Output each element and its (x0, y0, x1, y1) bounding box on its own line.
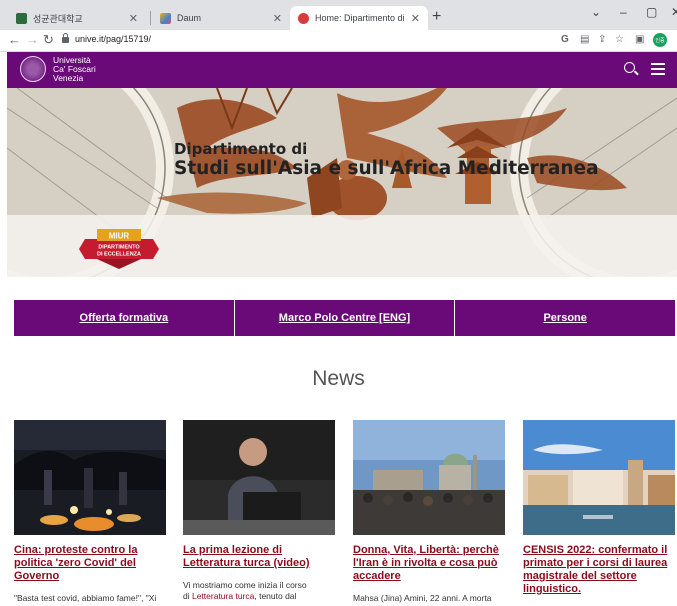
reload-icon[interactable]: ↻ (43, 33, 54, 47)
browser-tab[interactable]: 성균관대학교 ✕ (8, 6, 146, 30)
unive-favicon-icon (298, 12, 309, 24)
close-tab-icon[interactable]: ✕ (273, 12, 282, 25)
news-card: Donna, Vita, Libertà: perchè l'Iran è in… (353, 420, 505, 604)
close-tab-icon[interactable]: ✕ (411, 12, 420, 25)
news-image-china-protest[interactable] (14, 420, 166, 535)
tab-search-chevron-icon[interactable]: ⌄ (591, 5, 601, 19)
nav-offerta-formativa-link[interactable]: Offerta formativa (14, 300, 235, 336)
news-image-iran-protest[interactable] (353, 420, 505, 535)
nav-persone-link[interactable]: Persone (455, 300, 676, 336)
site-header: Università Ca' Foscari Venezia (7, 52, 677, 88)
page-title: Studi sull'Asia e sull'Africa Mediterran… (174, 158, 599, 179)
nav-marco-polo-centre-link[interactable]: Marco Polo Centre [ENG] (234, 300, 456, 336)
tab-title: 성균관대학교 (33, 13, 83, 24)
hero-banner: MIUR DIPARTIMENTO DI ECCELLENZA (7, 88, 677, 277)
news-card: La prima lezione di Letteratura turca (v… (183, 420, 335, 602)
news-section-title: News (312, 367, 365, 390)
ca-foscari-seal-logo-icon[interactable] (20, 56, 46, 82)
tab-separator (150, 11, 151, 25)
miur-badge-line: DI ECCELLENZA (97, 252, 141, 258)
logo-line: Venezia (53, 73, 84, 83)
search-icon[interactable] (624, 62, 635, 73)
back-arrow-icon[interactable]: ← (8, 33, 21, 47)
news-excerpt: "Basta test covid, abbiamo fame!", "Xi (14, 593, 157, 603)
news-excerpt: Vi mostriamo come inizia il corso di Let… (183, 580, 335, 602)
browser-tab-bar: 성균관대학교 ✕ Daum ✕ Home: Dipartimento di St… (0, 0, 677, 30)
profile-avatar[interactable]: 인증 (653, 33, 667, 47)
department-prefix: Dipartimento di (174, 140, 308, 158)
news-card: CENSIS 2022: confermato il primato per i… (523, 420, 675, 606)
excerpt-text: di (183, 591, 192, 601)
maximize-icon[interactable]: ▢ (646, 5, 657, 19)
university-logo-text[interactable]: Università Ca' Foscari Venezia (53, 56, 96, 83)
news-image-lecture-video[interactable] (183, 420, 335, 535)
news-headline-link[interactable]: Cina: proteste contro la politica 'zero … (14, 544, 166, 583)
miur-badge-title: MIUR (109, 232, 130, 241)
minimize-icon[interactable]: – (620, 5, 627, 19)
news-card: Cina: proteste contro la politica 'zero … (14, 420, 166, 604)
share-icon[interactable]: ⇪ (598, 34, 606, 46)
forward-arrow-icon[interactable]: → (26, 33, 39, 47)
main-nav: Offerta formativa Marco Polo Centre [ENG… (14, 300, 676, 336)
browser-tab[interactable]: Daum ✕ (152, 6, 290, 30)
tab-title: Home: Dipartimento di Studi su (315, 13, 405, 23)
news-excerpt: Mahsa (Jina) Amini, 22 anni. A morta (353, 593, 492, 603)
address-bar[interactable]: unive.it/pag/15719/ (62, 33, 152, 44)
lock-icon (62, 33, 69, 43)
miur-badge-line: DIPARTIMENTO (98, 245, 140, 251)
close-window-icon[interactable]: ✕ (671, 5, 677, 19)
google-icon[interactable]: G (561, 34, 569, 46)
news-headline-link[interactable]: CENSIS 2022: confermato il primato per i… (523, 544, 675, 596)
news-image-venice-canal[interactable] (523, 420, 675, 535)
side-panel-icon[interactable]: ▣ (635, 34, 644, 46)
new-tab-icon[interactable]: + (432, 9, 441, 25)
browser-tab-active[interactable]: Home: Dipartimento di Studi su ✕ (290, 6, 428, 30)
news-headline-link[interactable]: Donna, Vita, Libertà: perchè l'Iran è in… (353, 544, 505, 583)
excerpt-text: , tenuto dal (254, 591, 297, 601)
excerpt-text: Vi mostriamo come inizia il corso (183, 580, 307, 590)
translate-icon[interactable]: ▤ (580, 34, 589, 46)
tab-title: Daum (177, 13, 202, 23)
address-text: unive.it/pag/15719/ (75, 34, 152, 44)
news-headline-link[interactable]: La prima lezione di Letteratura turca (v… (183, 544, 335, 570)
hamburger-menu-icon[interactable] (651, 63, 665, 75)
course-link[interactable]: Letteratura turca (192, 591, 254, 601)
daum-favicon-icon (160, 12, 171, 24)
skku-favicon-icon (16, 12, 27, 24)
miur-badge-icon: MIUR DIPARTIMENTO DI ECCELLENZA (79, 229, 159, 269)
close-tab-icon[interactable]: ✕ (129, 12, 138, 25)
browser-toolbar: ← → ↻ unive.it/pag/15719/ G ▤ ⇪ ☆ ▣ (0, 30, 677, 52)
bookmark-star-icon[interactable]: ☆ (615, 34, 624, 46)
